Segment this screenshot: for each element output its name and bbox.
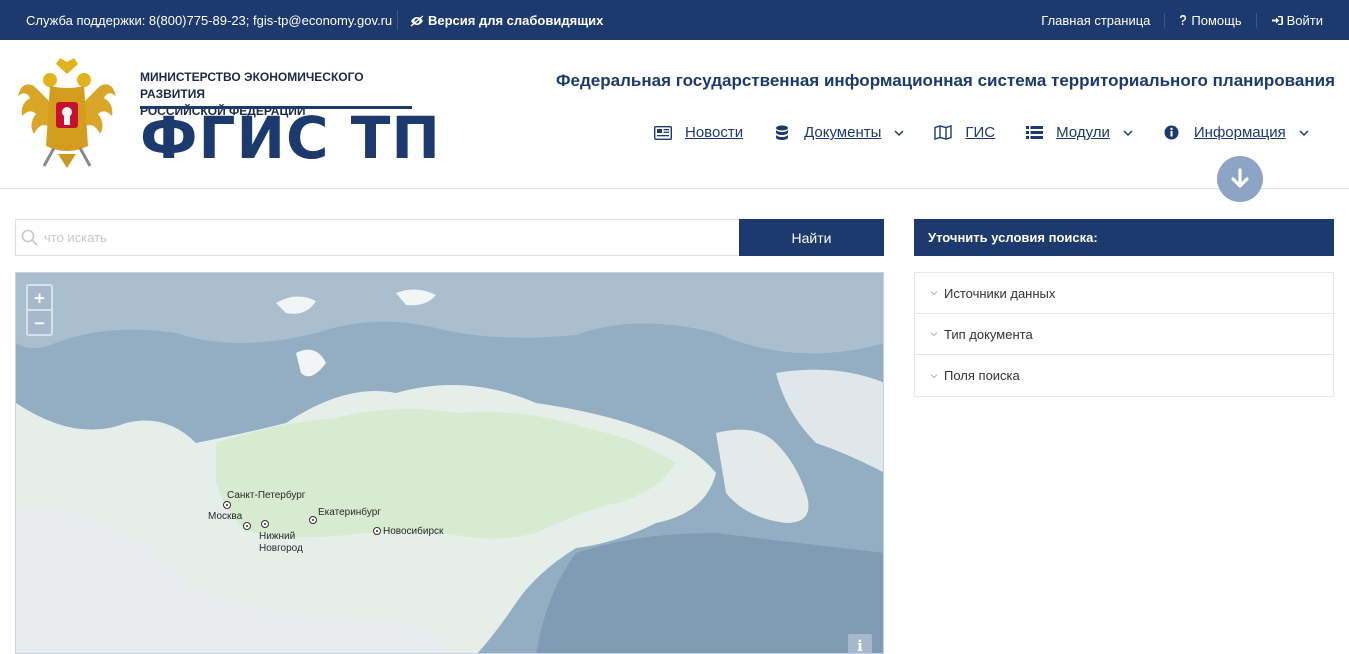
- scroll-down-button[interactable]: [1217, 156, 1263, 202]
- city-label: Москва: [208, 511, 243, 522]
- nav-information[interactable]: Информация: [1163, 124, 1309, 141]
- nav-documents-label: Документы: [804, 124, 882, 141]
- filter-data-sources-label: Источники данных: [944, 285, 1056, 301]
- map-info-button[interactable]: i: [848, 634, 872, 653]
- city-marker[interactable]: [373, 527, 381, 535]
- question-icon: [1180, 15, 1187, 25]
- nav-gis-label: ГИС: [965, 124, 996, 141]
- chevron-down-icon: [1299, 128, 1309, 138]
- map-zoom-controls: + −: [26, 284, 53, 336]
- map-view[interactable]: + − Санкт-Петербург Москва Нижний Новгор…: [15, 272, 884, 654]
- impaired-version-label: Версия для слабовидящих: [428, 13, 604, 28]
- map-basemap: [16, 273, 883, 653]
- chevron-down-icon: [929, 371, 939, 381]
- filter-document-type[interactable]: Тип документа: [915, 314, 1333, 355]
- zoom-in-button[interactable]: +: [28, 286, 51, 309]
- city-label: Екатеринбург: [318, 507, 381, 518]
- city-label: Нижний Новгород: [259, 531, 303, 554]
- help-link-label: Помощь: [1191, 13, 1242, 28]
- filter-document-type-label: Тип документа: [944, 326, 1033, 342]
- sign-in-icon: [1271, 16, 1283, 25]
- support-contacts: Служба поддержки: 8(800)775-89-23; fgis-…: [26, 13, 393, 28]
- city-marker[interactable]: [261, 520, 269, 528]
- list-icon: [1025, 125, 1043, 141]
- russian-coat-of-arms-emblem: [18, 58, 116, 168]
- map-icon: [934, 125, 953, 141]
- database-icon: [773, 125, 791, 141]
- divider: [397, 10, 398, 30]
- help-link[interactable]: Помощь: [1164, 13, 1242, 28]
- search-button[interactable]: Найти: [739, 219, 884, 256]
- login-link[interactable]: Войти: [1255, 13, 1323, 28]
- arrow-down-icon: [1231, 168, 1249, 188]
- eye-icon: [410, 14, 424, 27]
- city-marker[interactable]: [309, 516, 317, 524]
- filter-data-sources[interactable]: Источники данных: [915, 273, 1333, 314]
- home-link-label: Главная страница: [1041, 13, 1151, 28]
- nav-gis[interactable]: ГИС: [934, 124, 995, 141]
- nav-news-label: Новости: [685, 124, 744, 141]
- search-box: [15, 219, 739, 256]
- filter-search-fields[interactable]: Поля поиска: [915, 355, 1333, 396]
- chevron-down-icon: [1123, 128, 1133, 138]
- chevron-down-icon: [929, 329, 939, 339]
- newspaper-icon: [654, 125, 672, 141]
- info-circle-icon: [1163, 125, 1181, 141]
- login-link-label: Войти: [1286, 13, 1323, 28]
- home-link[interactable]: Главная страница: [1041, 13, 1150, 28]
- impaired-version-link[interactable]: Версия для слабовидящих: [410, 13, 603, 28]
- nav-news[interactable]: Новости: [654, 124, 743, 141]
- city-marker[interactable]: [243, 522, 251, 530]
- city-label: Новосибирск: [383, 526, 444, 537]
- filter-panel-title: Уточнить условия поиска:: [914, 219, 1334, 256]
- zoom-out-button[interactable]: −: [28, 311, 51, 334]
- chevron-down-icon: [894, 128, 904, 138]
- site-logo[interactable]: ФГИС ТП: [140, 106, 441, 170]
- chevron-down-icon: [929, 288, 939, 298]
- nav-modules[interactable]: Модули: [1025, 124, 1133, 141]
- filter-search-fields-label: Поля поиска: [944, 368, 1020, 383]
- search-input[interactable]: [44, 220, 734, 255]
- top-links: Главная страница Помощь Войти: [1041, 13, 1323, 28]
- main-nav: Новости Документы ГИС Модули Информация: [654, 124, 1309, 141]
- system-title: Федеральная государственная информационн…: [556, 71, 1335, 90]
- nav-modules-label: Модули: [1056, 124, 1110, 141]
- city-marker[interactable]: [223, 501, 231, 509]
- filter-panel: Источники данных Тип документа Поля поис…: [914, 272, 1334, 397]
- nav-documents[interactable]: Документы: [773, 124, 904, 141]
- ministry-name-line1: МИНИСТЕРСТВО ЭКОНОМИЧЕСКОГО РАЗВИТИЯ: [140, 70, 364, 101]
- nav-information-label: Информация: [1193, 124, 1286, 141]
- search-icon: [21, 229, 38, 246]
- city-label: Санкт-Петербург: [227, 490, 306, 501]
- site-header: МИНИСТЕРСТВО ЭКОНОМИЧЕСКОГО РАЗВИТИЯ РОС…: [0, 40, 1349, 189]
- top-bar: Служба поддержки: 8(800)775-89-23; fgis-…: [0, 0, 1349, 40]
